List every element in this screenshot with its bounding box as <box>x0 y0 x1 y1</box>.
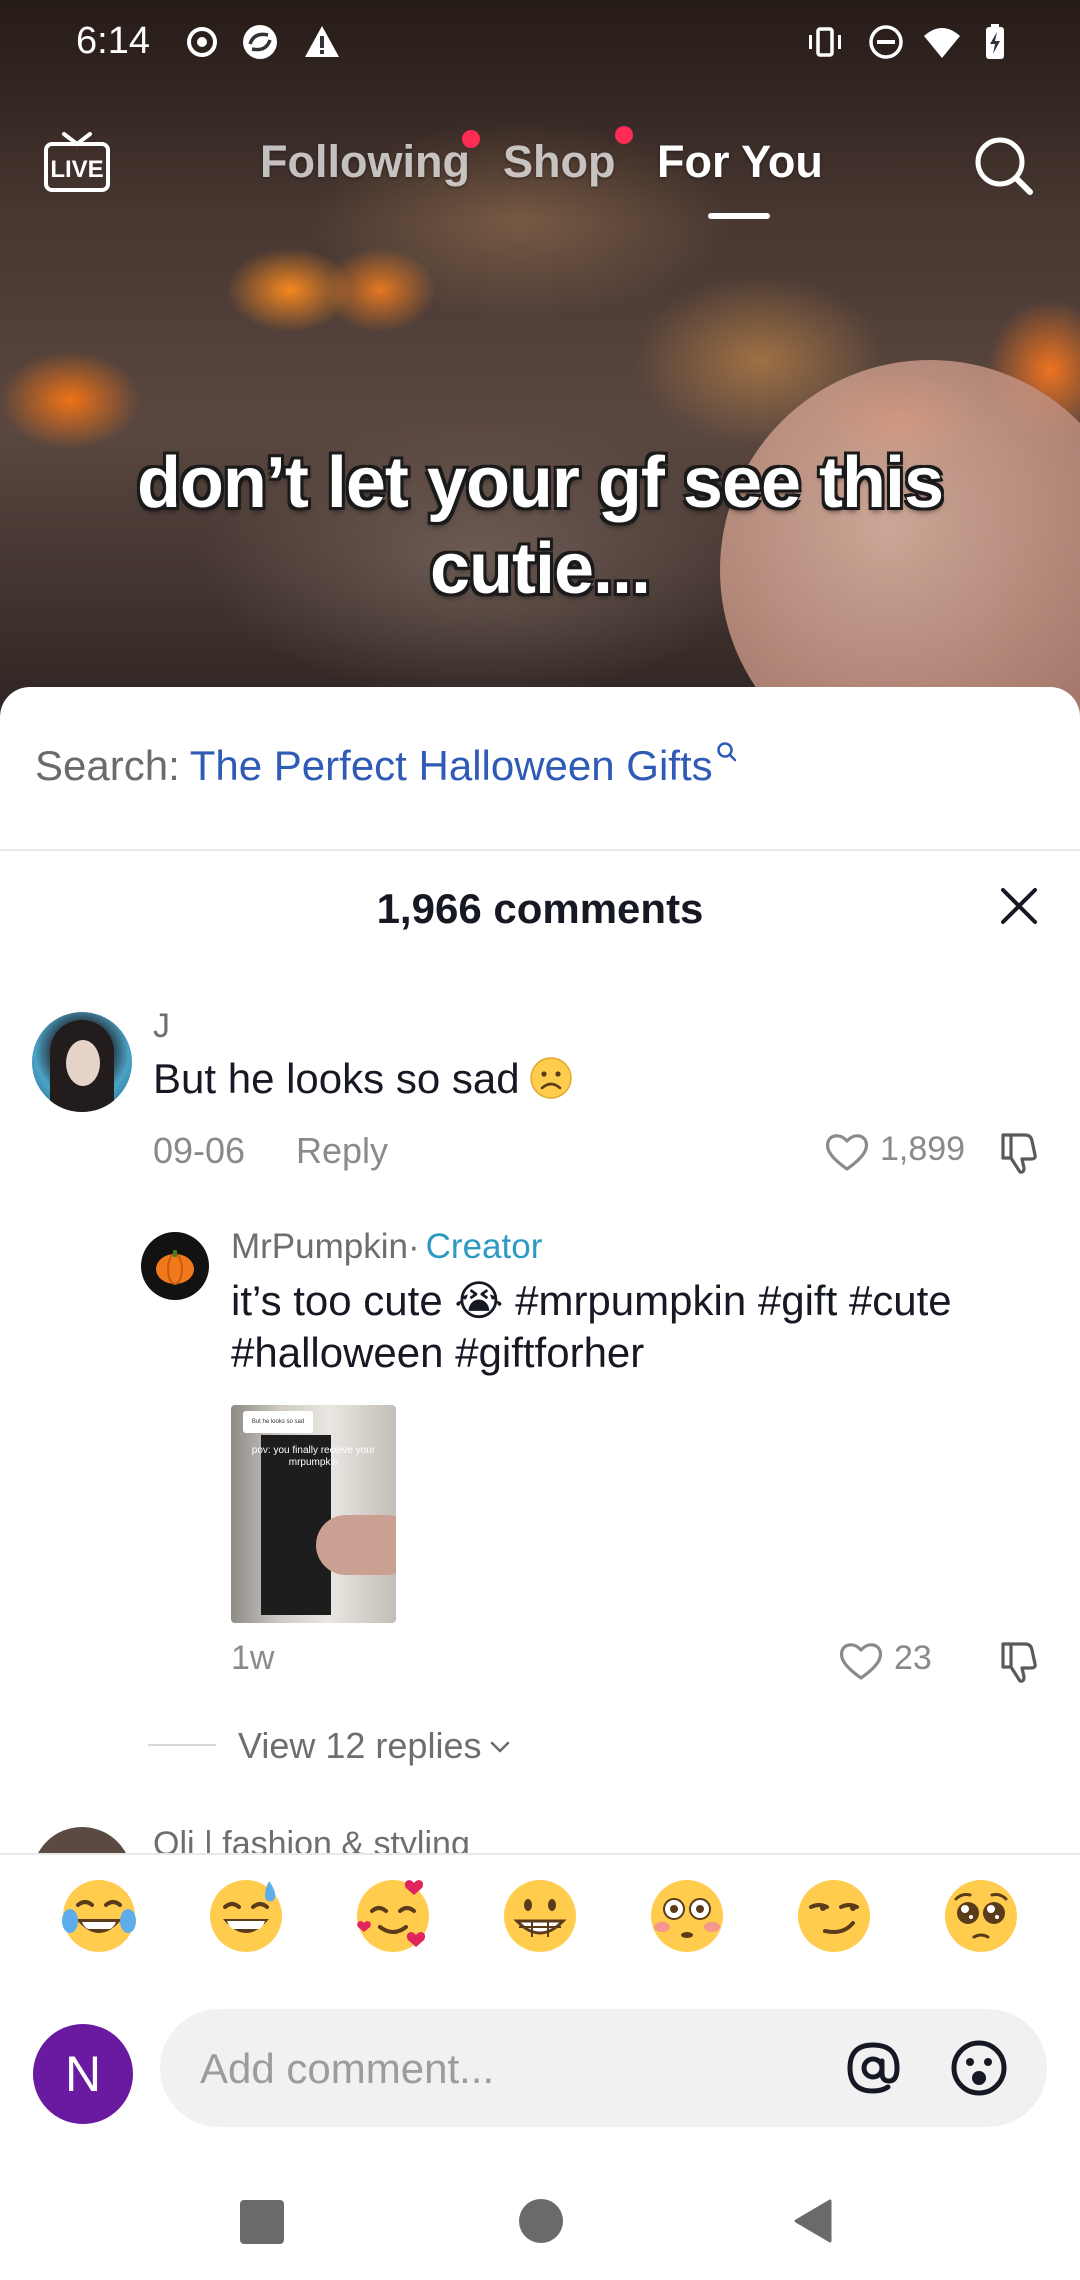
record-icon <box>187 27 217 57</box>
comment-text: But he looks so sad <box>153 1055 574 1103</box>
comment-avatar[interactable] <box>32 1827 132 1853</box>
pleading-emoji-icon[interactable] <box>940 1875 1022 1957</box>
back-triangle-icon[interactable] <box>790 2197 838 2245</box>
reply-video-thumbnail[interactable]: But he looks so sad pov: you finally rec… <box>231 1405 396 1623</box>
wifi-icon <box>924 28 960 58</box>
comment-avatar[interactable] <box>32 1012 132 1112</box>
avatar-face <box>66 1040 100 1086</box>
system-nav-bar <box>0 2182 1080 2262</box>
comments-sheet: Search: The Perfect Halloween Gifts 1,966… <box>0 687 1080 2280</box>
svg-text:LIVE: LIVE <box>50 156 103 183</box>
flushed-emoji-icon[interactable] <box>646 1875 728 1957</box>
pumpkin-icon <box>156 1250 194 1285</box>
status-time: 6:14 <box>76 20 150 62</box>
username-separator: · <box>407 1227 420 1266</box>
sync-icon <box>243 25 277 59</box>
comment-date: 09-06 <box>153 1130 246 1171</box>
thumbs-down-icon[interactable] <box>995 1636 1045 1686</box>
creator-badge: Creator <box>425 1227 543 1266</box>
like-count: 1,899 <box>880 1130 966 1168</box>
sad-face-emoji-icon <box>529 1057 572 1099</box>
thumbs-down-icon[interactable] <box>995 1127 1045 1177</box>
comment-username[interactable]: J <box>153 1007 170 1046</box>
divider <box>0 849 1080 851</box>
thumbnail-caption: pov: you finally receive your mrpumpkin <box>251 1445 376 1468</box>
next-comment-peek: Oli | fashion & styling <box>0 1827 1080 1853</box>
my-avatar[interactable]: N <box>33 2024 133 2124</box>
comment-text-body: But he looks so sad <box>153 1055 520 1102</box>
view-replies-button[interactable]: View 12 replies <box>238 1725 513 1767</box>
like-count: 23 <box>894 1639 932 1677</box>
active-tab-indicator <box>708 213 770 219</box>
reply-text: it’s too cute 😭 #mrpumpkin #gift #cute #… <box>231 1277 952 1376</box>
battery-charging-icon <box>986 24 1004 59</box>
view-replies-label: View 12 replies <box>238 1725 482 1766</box>
home-button[interactable] <box>519 2199 563 2243</box>
reply-time: 1w <box>231 1639 275 1677</box>
shop-notification-dot <box>615 126 633 144</box>
caption-line-1: don’t let your gf see this <box>136 443 944 523</box>
creator-username[interactable]: MrPumpkin· Creator <box>231 1227 542 1267</box>
smirk-emoji-icon[interactable] <box>793 1875 875 1957</box>
video-player[interactable]: don’t let your gf see this cutie... <box>0 0 1080 720</box>
divider <box>0 1853 1080 1855</box>
comments-count-header: 1,966 comments <box>376 885 704 932</box>
creator-avatar[interactable] <box>141 1232 209 1300</box>
tab-for-you[interactable]: For You <box>657 136 823 188</box>
status-bar: 6:14 <box>0 0 1080 90</box>
thumbnail-comment-sticker: But he looks so sad <box>243 1411 313 1433</box>
recents-button[interactable] <box>240 2200 284 2244</box>
comment-username[interactable]: Oli | fashion & styling <box>153 1827 470 1853</box>
top-nav: LIVE Following Shop For You <box>0 110 1080 230</box>
warning-icon <box>305 26 339 57</box>
search-suggestion-term[interactable]: The Perfect Halloween Gifts <box>190 742 713 789</box>
add-comment-placeholder: Add comment... <box>200 2045 495 2092</box>
vibrate-icon <box>809 27 841 57</box>
thumbnail-arm <box>316 1515 396 1575</box>
add-comment-input[interactable]: Add comment... <box>160 2009 1047 2127</box>
tab-shop[interactable]: Shop <box>503 136 615 188</box>
heart-icon[interactable] <box>822 1127 872 1177</box>
mention-at-icon[interactable] <box>842 2037 904 2099</box>
do-not-disturb-icon <box>869 25 903 59</box>
grinning-sweat-emoji-icon[interactable] <box>205 1875 287 1957</box>
live-tv-icon[interactable]: LIVE <box>42 128 112 198</box>
creator-name[interactable]: MrPumpkin <box>231 1227 408 1266</box>
search-suggestion-prefix: Search: <box>35 742 180 789</box>
search-icon[interactable] <box>970 132 1038 200</box>
video-caption: don’t let your gf see this cutie... <box>60 440 1020 612</box>
chevron-down-icon <box>491 1741 510 1753</box>
reply-button[interactable]: Reply <box>296 1130 388 1172</box>
caption-line-2: cutie... <box>429 529 651 609</box>
thumbnail-sticker-text: But he looks so sad <box>251 1419 305 1425</box>
search-suggestion[interactable]: Search: The Perfect Halloween Gifts <box>35 742 739 790</box>
heart-icon[interactable] <box>836 1636 886 1686</box>
tears-of-joy-emoji-icon[interactable] <box>58 1875 140 1957</box>
emoji-quick-bar <box>0 1875 1080 1985</box>
replies-connector-line <box>148 1744 216 1746</box>
tab-following[interactable]: Following <box>260 136 470 188</box>
following-notification-dot <box>462 130 480 148</box>
beaming-grin-emoji-icon[interactable] <box>499 1875 581 1957</box>
smiling-hearts-emoji-icon[interactable] <box>352 1875 434 1957</box>
close-icon[interactable] <box>995 882 1043 930</box>
emoji-picker-icon[interactable] <box>948 2037 1010 2099</box>
search-mini-icon <box>716 742 736 762</box>
